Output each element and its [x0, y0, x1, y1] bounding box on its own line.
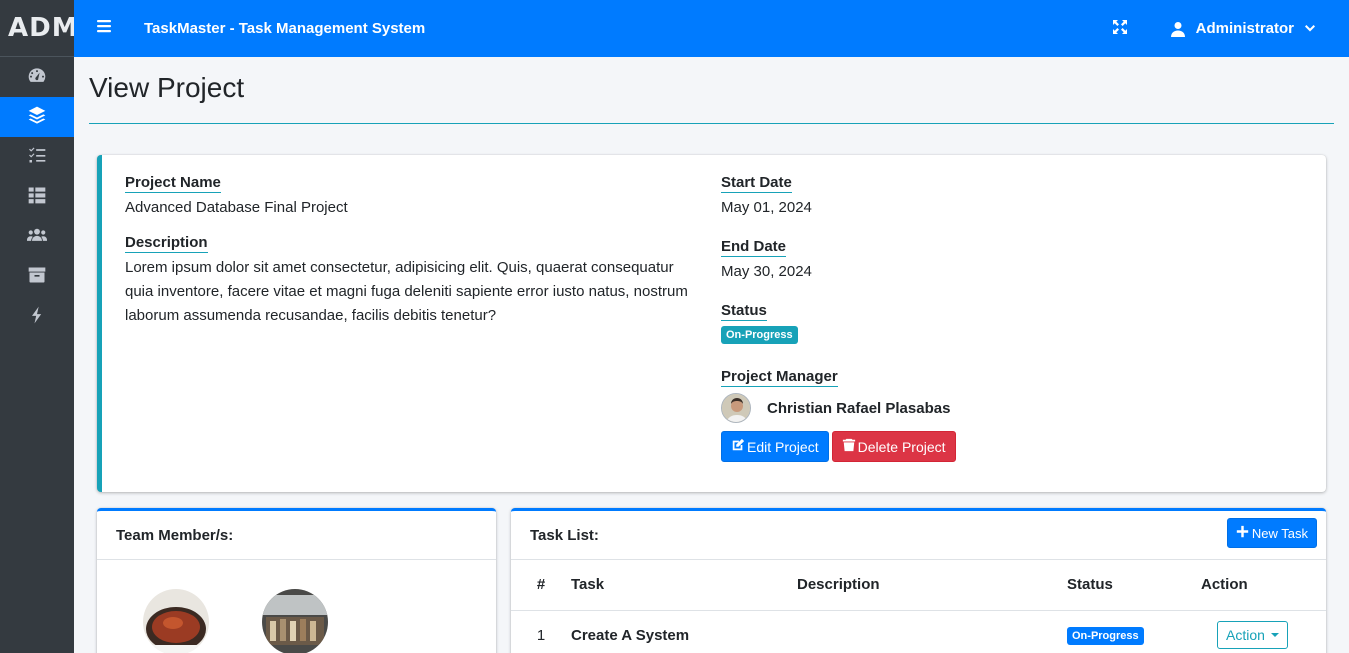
plus-icon [1236, 525, 1252, 541]
manager-name: Christian Rafael Plasabas [767, 399, 951, 417]
project-manager-label: Project Manager [721, 368, 838, 387]
task-number: 1 [536, 626, 546, 644]
sidebar-item-activity[interactable] [0, 297, 74, 337]
task-action-cell: Action [1201, 610, 1326, 653]
table-row: 1 Create A System On-Progress Action [511, 610, 1326, 653]
archive-icon [27, 265, 47, 290]
column-header-description: Description [797, 560, 1067, 611]
expand-icon [1112, 19, 1128, 39]
user-name: Administrator [1195, 20, 1294, 37]
project-name-label: Project Name [125, 174, 221, 193]
new-task-label: New Task [1251, 525, 1308, 541]
sidebar: ADMIN [0, 0, 74, 653]
status-label: Status [721, 302, 767, 321]
fullscreen-button[interactable] [1112, 19, 1132, 39]
start-date-value: May 01, 2024 [721, 199, 812, 216]
table-icon [27, 185, 47, 210]
tasks-icon [27, 145, 47, 170]
task-status-badge: On-Progress [1067, 626, 1144, 645]
team-members-card: Team Member/s: [97, 508, 496, 653]
sidebar-item-projects[interactable] [0, 97, 74, 137]
title-divider [89, 123, 1334, 124]
team-member-avatar[interactable] [143, 589, 209, 653]
project-name-value: Advanced Database Final Project [125, 199, 348, 216]
tachometer-icon [27, 65, 47, 90]
description-label: Description [125, 234, 208, 253]
edit-project-label: Edit Project [747, 438, 819, 455]
chevron-down-icon [1294, 23, 1316, 35]
users-icon [27, 225, 47, 250]
sidebar-item-users[interactable] [0, 217, 74, 257]
page-title: View Project [89, 72, 245, 103]
sidebar-item-archive[interactable] [0, 257, 74, 297]
app-title: TaskMaster - Task Management System [144, 20, 426, 37]
sidebar-item-reports[interactable] [0, 177, 74, 217]
column-header-status: Status [1067, 560, 1201, 611]
user-menu-dropdown[interactable]: Administrator [1170, 20, 1316, 37]
column-header-number: # [511, 560, 571, 611]
task-description [797, 610, 1067, 653]
new-task-button[interactable]: New Task [1226, 518, 1317, 548]
sidebar-item-dashboard[interactable] [0, 57, 74, 97]
task-list-card: Task List: New Task # Task Description S… [511, 508, 1326, 653]
task-status-cell: On-Progress [1067, 610, 1201, 653]
hamburger-icon [96, 18, 112, 39]
manager-avatar [721, 393, 751, 423]
layers-icon [27, 105, 47, 130]
caret-down-icon [1270, 633, 1279, 638]
menu-toggle-button[interactable] [74, 18, 134, 39]
status-badge: On-Progress [721, 326, 798, 344]
task-list-title: Task List: [530, 526, 599, 544]
table-header-row: # Task Description Status Action [511, 560, 1326, 611]
bolt-icon [27, 305, 47, 330]
delete-project-label: Delete Project [857, 438, 946, 455]
project-details-card: Project Name Advanced Database Final Pro… [97, 155, 1326, 492]
description-value: Lorem ipsum dolor sit amet consectetur, … [125, 259, 688, 324]
task-action-dropdown[interactable]: Action [1217, 621, 1288, 650]
end-date-value: May 30, 2024 [721, 263, 812, 280]
end-date-label: End Date [721, 238, 787, 257]
task-action-label: Action [1226, 627, 1265, 644]
column-header-task: Task [571, 560, 797, 611]
brand-logo[interactable]: ADMIN [0, 0, 74, 57]
task-table: # Task Description Status Action 1 Creat… [511, 560, 1326, 653]
delete-project-button[interactable]: Delete Project [831, 431, 956, 462]
team-members-title: Team Member/s: [116, 526, 234, 544]
topbar: TaskMaster - Task Management System Admi… [74, 0, 1349, 57]
team-member-avatar[interactable] [262, 589, 328, 653]
sidebar-item-tasks[interactable] [0, 137, 74, 177]
column-header-action: Action [1201, 560, 1326, 611]
task-name: Create A System [571, 626, 690, 644]
edit-project-button[interactable]: Edit Project [721, 431, 829, 462]
edit-icon [731, 438, 747, 455]
start-date-label: Start Date [721, 174, 792, 193]
user-icon [1170, 21, 1196, 37]
trash-icon [842, 438, 858, 455]
